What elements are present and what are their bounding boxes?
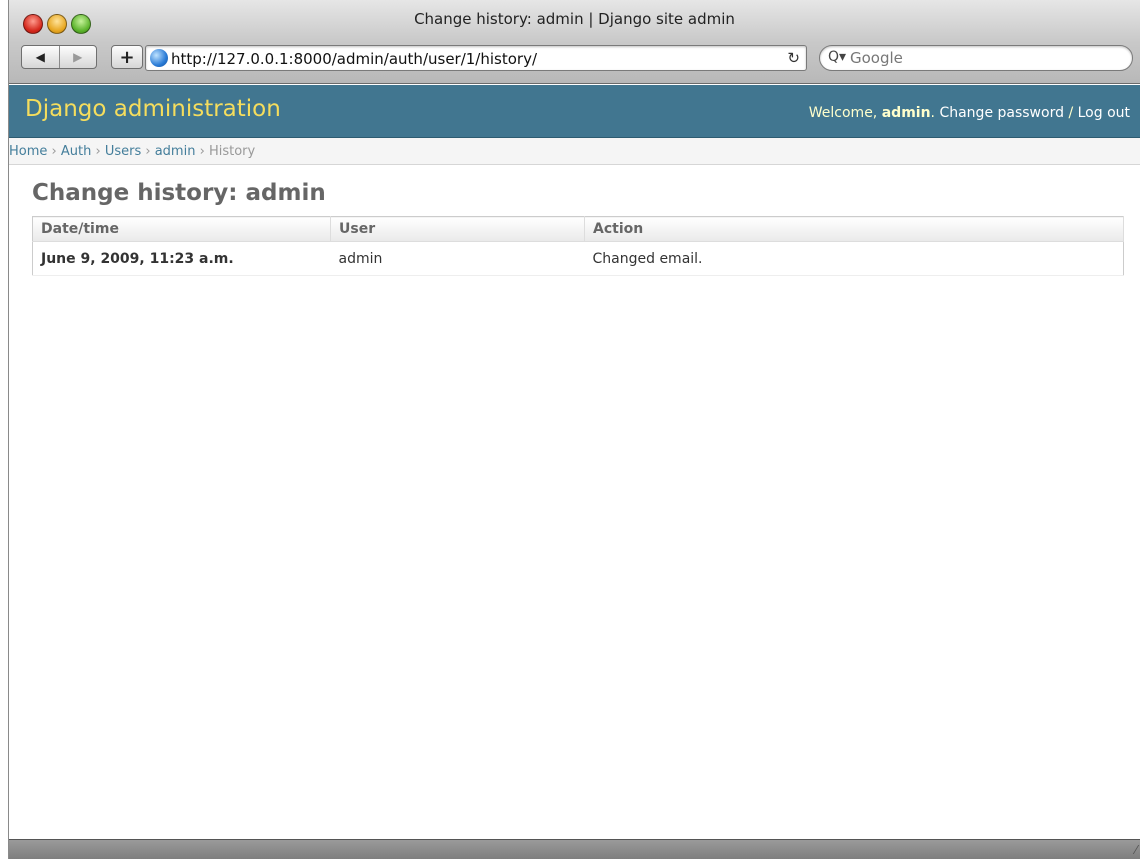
reload-icon[interactable]: ↻ — [787, 49, 800, 67]
title-bar: Change history: admin | Django site admi… — [9, 0, 1140, 84]
column-header-datetime: Date/time — [32, 216, 331, 242]
window-title: Change history: admin | Django site admi… — [414, 10, 735, 28]
page-content: Django administration Welcome, admin. Ch… — [9, 85, 1140, 839]
page-title: Change history: admin — [32, 180, 326, 206]
add-bookmark-button[interactable]: + — [111, 45, 143, 69]
admin-header: Django administration Welcome, admin. Ch… — [9, 85, 1140, 138]
breadcrumb-separator: › — [95, 144, 101, 159]
column-header-user: User — [330, 216, 585, 242]
user-tools-separator: / — [1068, 105, 1074, 121]
resize-grip-icon[interactable]: ⁄ — [1135, 843, 1137, 857]
user-tools: Welcome, admin. Change password / Log ou… — [809, 105, 1130, 121]
breadcrumb-separator: › — [199, 144, 205, 159]
search-field[interactable]: Q▾ — [819, 45, 1133, 71]
back-button[interactable]: ◀ — [22, 46, 59, 68]
address-bar[interactable]: http://127.0.0.1:8000/admin/auth/user/1/… — [145, 45, 807, 71]
table-header-row: Date/time User Action — [32, 216, 1124, 242]
cell-datetime: June 9, 2009, 11:23 a.m. — [32, 241, 331, 276]
globe-icon — [150, 49, 168, 67]
breadcrumb: Home › Auth › Users › admin › History — [9, 138, 1140, 165]
history-nav-group: ◀ ▶ — [21, 45, 97, 69]
plus-icon: + — [119, 46, 135, 68]
url-text[interactable]: http://127.0.0.1:8000/admin/auth/user/1/… — [171, 50, 537, 68]
breadcrumb-separator: › — [51, 144, 57, 159]
breadcrumb-separator: › — [145, 144, 151, 159]
change-history-table: Date/time User Action June 9, 2009, 11:2… — [32, 216, 1124, 276]
browser-window: Change history: admin | Django site admi… — [8, 0, 1140, 859]
table-row: June 9, 2009, 11:23 a.m. admin Changed e… — [32, 241, 1124, 276]
welcome-text: Welcome, — [808, 105, 878, 121]
username: admin — [881, 105, 931, 121]
breadcrumb-home[interactable]: Home — [9, 144, 47, 159]
back-arrow-icon: ◀ — [35, 50, 45, 64]
cell-user: admin — [330, 241, 585, 276]
logout-link[interactable]: Log out — [1078, 105, 1130, 121]
forward-button[interactable]: ▶ — [58, 46, 97, 68]
welcome-period: . — [930, 105, 935, 121]
site-branding[interactable]: Django administration — [25, 96, 281, 122]
status-bar: ⁄ — [9, 839, 1140, 859]
breadcrumb-auth[interactable]: Auth — [61, 144, 91, 159]
column-header-action: Action — [584, 216, 1124, 242]
cell-action: Changed email. — [584, 241, 1124, 276]
change-password-link[interactable]: Change password — [939, 105, 1064, 121]
breadcrumb-users[interactable]: Users — [105, 144, 141, 159]
breadcrumb-admin[interactable]: admin — [155, 144, 196, 159]
search-input[interactable] — [850, 49, 1120, 67]
search-icon[interactable]: Q▾ — [828, 49, 846, 65]
forward-arrow-icon: ▶ — [73, 50, 83, 64]
breadcrumb-history: History — [208, 144, 256, 159]
